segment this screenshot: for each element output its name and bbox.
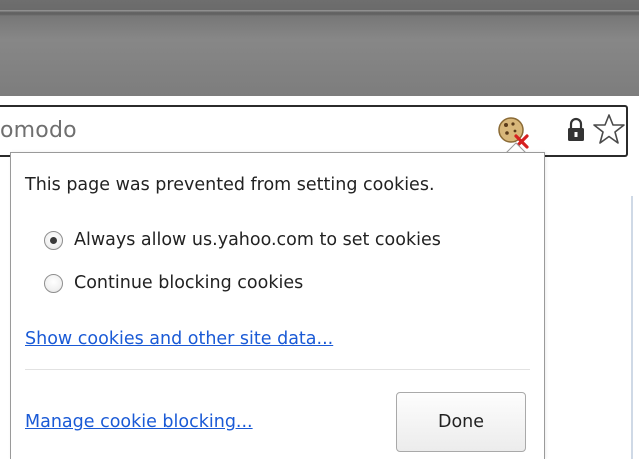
radio-block[interactable] [44, 273, 63, 293]
show-cookies-link[interactable]: Show cookies and other site data... [25, 329, 333, 349]
omnibox-text[interactable]: omodo [0, 118, 77, 143]
browser-frame [0, 0, 639, 96]
radio-allow[interactable] [44, 230, 63, 250]
radio-option-allow[interactable]: Always allow us.yahoo.com to set cookies [44, 228, 441, 252]
manage-cookie-blocking-link[interactable]: Manage cookie blocking... [25, 412, 253, 432]
radio-block-label[interactable]: Continue blocking cookies [74, 273, 303, 293]
bubble-title: This page was prevented from setting coo… [25, 175, 435, 195]
lock-icon[interactable] [565, 116, 587, 144]
page-edge-line [631, 196, 633, 459]
done-button[interactable]: Done [396, 392, 526, 452]
frame-highlight [0, 10, 639, 13]
radio-option-block[interactable]: Continue blocking cookies [44, 271, 303, 295]
bookmark-star-icon[interactable] [592, 112, 626, 146]
bubble-divider [25, 369, 530, 370]
omnibox[interactable] [0, 105, 628, 157]
radio-allow-label[interactable]: Always allow us.yahoo.com to set cookies [74, 230, 441, 250]
page-edge [545, 196, 639, 459]
